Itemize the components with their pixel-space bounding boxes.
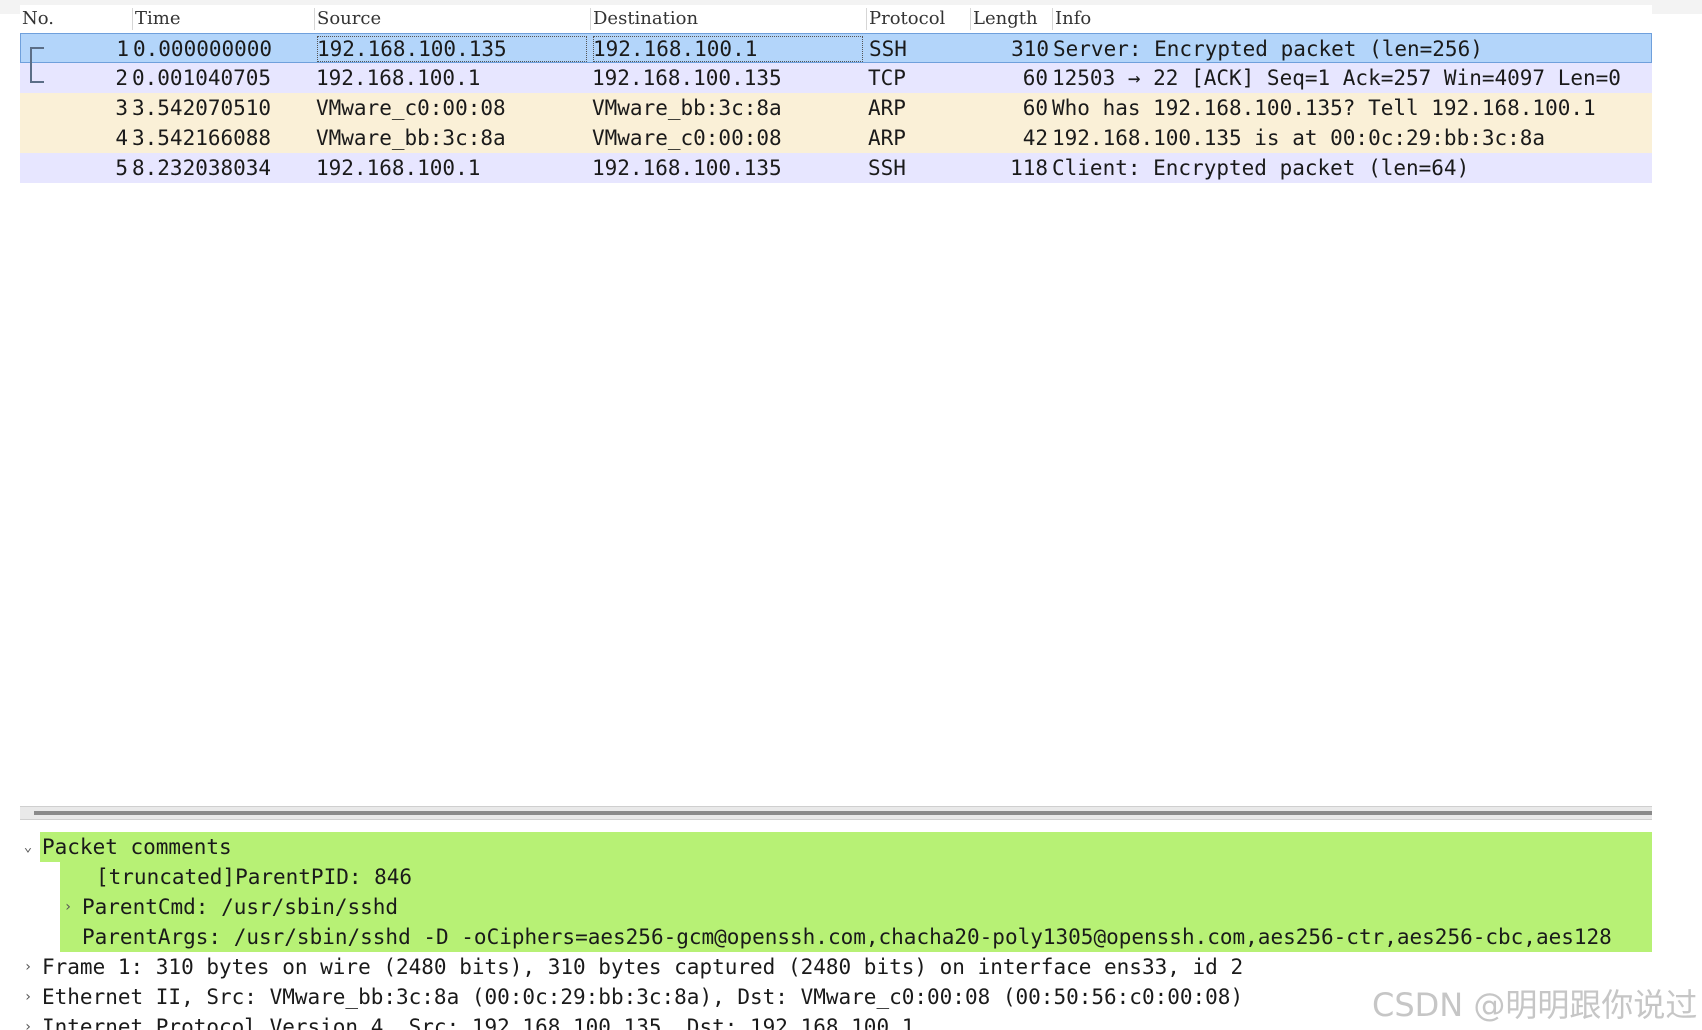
packet-row-5[interactable]: 5 8.232038034 192.168.100.1 192.168.100.… bbox=[20, 153, 1652, 183]
packet-row-1[interactable]: 1 0.000000000 192.168.100.135 192.168.10… bbox=[20, 33, 1652, 63]
cell-protocol: TCP bbox=[868, 66, 906, 90]
tree-item-frame[interactable]: › Frame 1: 310 bytes on wire (2480 bits)… bbox=[20, 952, 1652, 982]
cell-info: 12503 → 22 [ACK] Seq=1 Ack=257 Win=4097 … bbox=[1052, 66, 1621, 90]
tree-item-parent-pid[interactable]: [truncated]ParentPID: 846 bbox=[60, 862, 1652, 892]
cell-source: 192.168.100.135 bbox=[315, 34, 589, 64]
tree-item-parent-cmd[interactable]: › ParentCmd: /usr/sbin/sshd bbox=[60, 892, 1652, 922]
column-header-destination[interactable]: Destination bbox=[590, 8, 867, 30]
cell-protocol: SSH bbox=[869, 37, 907, 61]
packet-list-header: No. Time Source Destination Protocol Len… bbox=[20, 5, 1652, 31]
packet-list: 1 0.000000000 192.168.100.135 192.168.10… bbox=[20, 33, 1652, 183]
tree-label-parent-args: ParentArgs: /usr/sbin/sshd -D -oCiphers=… bbox=[82, 925, 1612, 949]
cell-info: 192.168.100.135 is at 00:0c:29:bb:3c:8a bbox=[1052, 126, 1546, 150]
cell-protocol: ARP bbox=[868, 126, 906, 150]
cell-source: 192.168.100.1 bbox=[316, 66, 481, 90]
tree-label-parent-cmd: ParentCmd: /usr/sbin/sshd bbox=[82, 895, 399, 919]
cell-time: 0.000000000 bbox=[133, 37, 273, 61]
cell-destination: 192.168.100.135 bbox=[592, 156, 782, 180]
cell-time: 0.001040705 bbox=[132, 66, 272, 90]
tree-label-packet-comments: Packet comments bbox=[40, 832, 1652, 862]
tree-label-parent-pid: [truncated]ParentPID: 846 bbox=[96, 865, 413, 889]
cell-length: 60 bbox=[1022, 66, 1048, 90]
tree-label-ethernet: Ethernet II, Src: VMware_bb:3c:8a (00:0c… bbox=[42, 985, 1244, 1009]
cell-destination: 192.168.100.1 bbox=[591, 34, 865, 64]
column-header-no[interactable]: No. bbox=[20, 8, 132, 30]
cell-source: VMware_bb:3c:8a bbox=[316, 126, 506, 150]
cell-source: VMware_c0:00:08 bbox=[316, 96, 506, 120]
chevron-right-icon[interactable]: › bbox=[20, 952, 36, 982]
cell-destination: VMware_bb:3c:8a bbox=[592, 96, 782, 120]
cell-length: 118 bbox=[1010, 156, 1048, 180]
column-header-protocol[interactable]: Protocol bbox=[866, 8, 971, 30]
cell-destination: 192.168.100.135 bbox=[592, 66, 782, 90]
cell-length: 60 bbox=[1022, 96, 1048, 120]
cell-no: 5 bbox=[115, 156, 128, 180]
packet-row-2[interactable]: 2 0.001040705 192.168.100.1 192.168.100.… bbox=[20, 63, 1652, 93]
cell-no: 4 bbox=[115, 126, 128, 150]
pane-splitter[interactable] bbox=[20, 806, 1652, 820]
tree-item-packet-comments[interactable]: ⌄ Packet comments bbox=[20, 832, 1652, 862]
cell-info: Server: Encrypted packet (len=256) bbox=[1053, 37, 1483, 61]
cell-protocol: SSH bbox=[868, 156, 906, 180]
column-header-time[interactable]: Time bbox=[132, 8, 315, 30]
chevron-right-icon[interactable]: › bbox=[60, 892, 76, 922]
column-header-source[interactable]: Source bbox=[314, 8, 591, 30]
tree-label-frame: Frame 1: 310 bytes on wire (2480 bits), … bbox=[42, 955, 1244, 979]
packet-row-4[interactable]: 4 3.542166088 VMware_bb:3c:8a VMware_c0:… bbox=[20, 123, 1652, 153]
cell-time: 3.542070510 bbox=[132, 96, 272, 120]
chevron-down-icon[interactable]: ⌄ bbox=[20, 832, 36, 862]
watermark: CSDN @明明跟你说过 bbox=[1372, 986, 1698, 1024]
cell-protocol: ARP bbox=[868, 96, 906, 120]
cell-length: 310 bbox=[1011, 37, 1049, 61]
splitter-grip bbox=[34, 811, 1652, 815]
conversation-bracket-icon bbox=[30, 47, 44, 83]
cell-time: 3.542166088 bbox=[132, 126, 272, 150]
packet-row-3[interactable]: 3 3.542070510 VMware_c0:00:08 VMware_bb:… bbox=[20, 93, 1652, 123]
chevron-right-icon[interactable]: › bbox=[20, 982, 36, 1012]
tree-label-ip: Internet Protocol Version 4, Src: 192.16… bbox=[42, 1015, 915, 1030]
cell-destination: VMware_c0:00:08 bbox=[592, 126, 782, 150]
chevron-right-icon[interactable]: › bbox=[20, 1012, 36, 1030]
cell-length: 42 bbox=[1022, 126, 1048, 150]
cell-source: 192.168.100.1 bbox=[316, 156, 481, 180]
column-header-info[interactable]: Info bbox=[1052, 8, 1653, 30]
tree-item-parent-args[interactable]: ParentArgs: /usr/sbin/sshd -D -oCiphers=… bbox=[60, 922, 1652, 952]
cell-info: Client: Encrypted packet (len=64) bbox=[1052, 156, 1470, 180]
cell-info: Who has 192.168.100.135? Tell 192.168.10… bbox=[1052, 96, 1596, 120]
cell-no: 3 bbox=[115, 96, 128, 120]
column-header-length[interactable]: Length bbox=[970, 8, 1053, 30]
cell-time: 8.232038034 bbox=[132, 156, 272, 180]
